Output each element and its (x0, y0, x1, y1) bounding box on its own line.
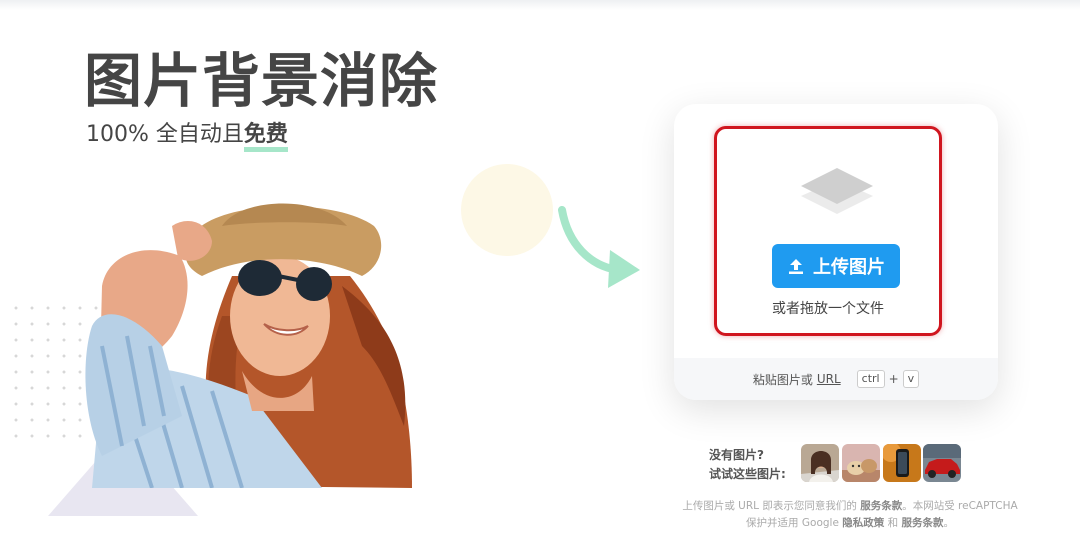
subtitle-text: 100% 全自动且 (86, 122, 244, 147)
upload-image-button[interactable]: 上传图片 (772, 244, 900, 288)
hero-photo (85, 203, 412, 488)
legal-part3: 保护并适用 Google (746, 517, 839, 529)
legal-text: 上传图片或 URL 即表示您同意我们的 服务条款。本网站受 reCAPTCHA … (670, 498, 1030, 532)
legal-part4: 和 (887, 517, 899, 529)
terms-link-2[interactable]: 服务条款 (901, 517, 943, 529)
sample-thumb-woman[interactable] (801, 444, 839, 482)
drop-file-text: 或者拖放一个文件 (772, 301, 884, 317)
top-shadow-strip (0, 0, 1080, 10)
try-these-text: 试试这些图片: (709, 467, 786, 481)
sample-thumb-car[interactable] (923, 444, 961, 482)
paste-bar: 粘贴图片或 URL ctrl + v (674, 358, 998, 400)
legal-part1: 上传图片或 URL 即表示您同意我们的 (682, 500, 857, 512)
legal-part5: 。 (943, 517, 954, 529)
sample-thumb-pets[interactable] (842, 444, 880, 482)
v-key: v (902, 370, 920, 388)
samples-label: 没有图片? 试试这些图片: (709, 446, 786, 484)
ctrl-key: ctrl (856, 370, 885, 388)
legal-part2: 。本网站受 reCAPTCHA (902, 500, 1018, 512)
page-title: 图片背景消除 (84, 47, 439, 115)
terms-link[interactable]: 服务条款 (860, 500, 902, 512)
upload-button-label: 上传图片 (813, 257, 885, 278)
url-link[interactable]: URL (817, 372, 841, 386)
sample-thumb-phone[interactable] (883, 444, 921, 482)
decorative-circle (461, 164, 553, 256)
no-image-text: 没有图片? (709, 448, 764, 462)
plus-sign: + (888, 372, 899, 386)
page-subtitle: 100% 全自动且免费 (86, 116, 288, 152)
paste-text: 粘贴图片或 (752, 372, 813, 387)
curved-arrow-icon (558, 206, 640, 288)
upload-icon (789, 259, 803, 274)
layers-icon (801, 168, 873, 214)
privacy-link[interactable]: 隐私政策 (842, 517, 884, 529)
subtitle-free: 免费 (243, 122, 288, 152)
